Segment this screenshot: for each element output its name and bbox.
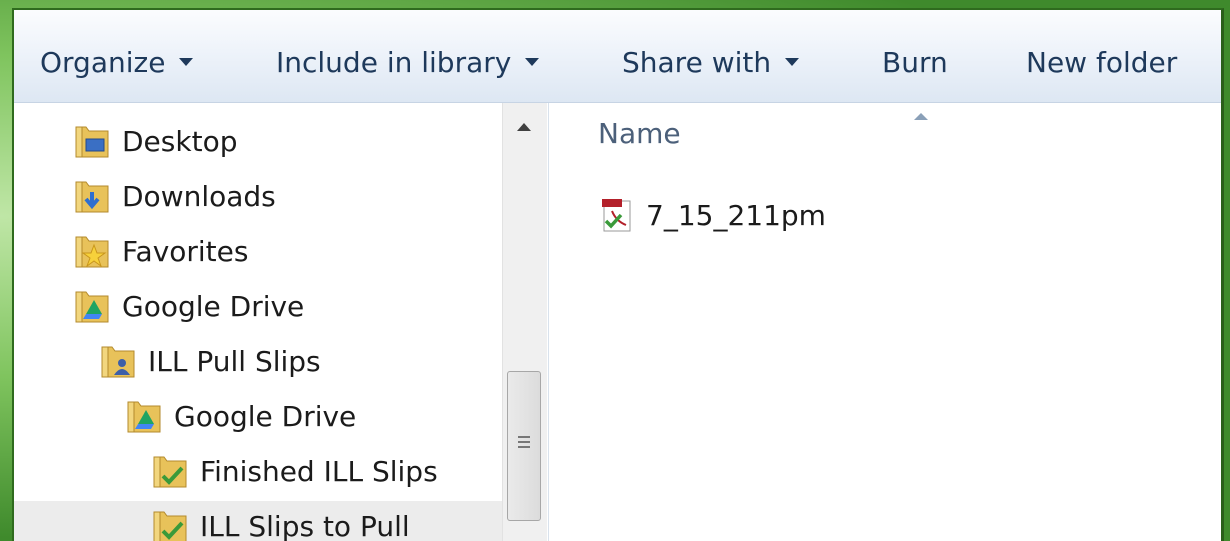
google-drive-folder-icon (127, 401, 161, 433)
burn-button[interactable]: Burn (882, 42, 948, 82)
include-in-library-label: Include in library (276, 45, 512, 79)
nav-item-downloads[interactable]: Downloads (72, 174, 276, 218)
nav-item-label: ILL Slips to Pull (200, 509, 410, 541)
nav-item-label: ILL Pull Slips (148, 344, 321, 378)
chevron-down-icon (179, 58, 194, 66)
pane-divider[interactable] (548, 103, 549, 541)
downloads-folder-icon (75, 181, 109, 213)
desktop-folder-icon (75, 126, 109, 158)
explorer-window: Organize Include in library Share with B… (12, 8, 1224, 541)
grip-icon (518, 436, 530, 438)
nav-item-label: Favorites (122, 234, 249, 268)
new-folder-label: New folder (1026, 45, 1178, 79)
nav-item-label: Desktop (122, 124, 238, 158)
nav-item-label: Google Drive (122, 289, 305, 323)
organize-label: Organize (40, 45, 166, 79)
new-folder-button[interactable]: New folder (1026, 42, 1177, 82)
sort-up-icon (914, 113, 928, 120)
file-name: 7_15_211pm (646, 198, 826, 232)
nav-item-favorites[interactable]: Favorites (72, 229, 248, 273)
nav-item-ill-pull-slips[interactable]: ILL Pull Slips (98, 339, 321, 383)
file-list-pane: Name 7_15_211pm (550, 103, 1221, 541)
organize-button[interactable]: Organize (40, 42, 194, 82)
burn-label: Burn (882, 45, 948, 79)
navigation-pane: Desktop Downloads Favorites Google Drive… (14, 103, 514, 541)
chevron-down-icon (525, 58, 540, 66)
nav-item-label: Finished ILL Slips (200, 454, 438, 488)
synced-folder-icon (153, 456, 187, 488)
nav-item-finished-ill-slips[interactable]: Finished ILL Slips (150, 449, 438, 493)
share-with-button[interactable]: Share with (622, 42, 800, 82)
scroll-up-arrow-icon[interactable] (517, 123, 531, 131)
chevron-down-icon (785, 58, 800, 66)
nav-scrollbar[interactable] (502, 103, 547, 541)
command-bar: Organize Include in library Share with B… (14, 10, 1221, 103)
favorites-folder-icon (75, 236, 109, 268)
nav-item-ill-slips-to-pull[interactable]: ILL Slips to Pull (14, 501, 502, 541)
nav-item-desktop[interactable]: Desktop (72, 119, 237, 163)
shared-folder-icon (101, 346, 135, 378)
nav-item-google-drive[interactable]: Google Drive (72, 284, 304, 328)
nav-item-label: Downloads (122, 179, 276, 213)
include-in-library-button[interactable]: Include in library (276, 42, 540, 82)
name-column-header[interactable]: Name (598, 117, 681, 150)
nav-item-label: Google Drive (174, 399, 357, 433)
pdf-synced-file-icon (602, 199, 631, 232)
google-drive-folder-icon (75, 291, 109, 323)
share-with-label: Share with (622, 45, 772, 79)
synced-folder-icon (153, 511, 187, 541)
file-list-item[interactable]: 7_15_211pm (598, 193, 826, 237)
nav-item-google-drive-nested[interactable]: Google Drive (124, 394, 356, 438)
scrollbar-thumb[interactable] (507, 371, 541, 521)
